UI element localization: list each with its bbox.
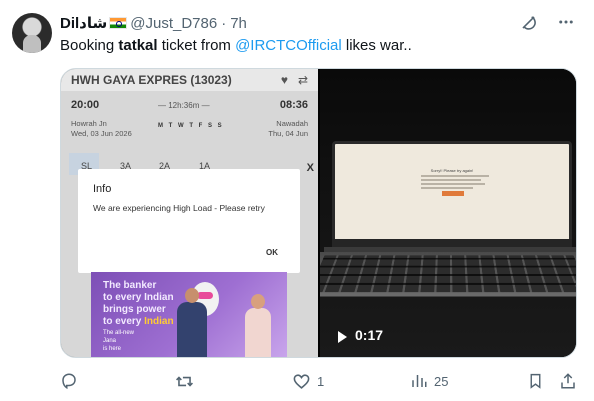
header-separator: · [221, 14, 227, 32]
laptop-taskbar [332, 239, 572, 247]
mention-link[interactable]: @IRCTCOfficial [235, 37, 342, 54]
heart-icon [293, 374, 310, 389]
more-icon[interactable] [556, 12, 576, 32]
ad-line: to every Indian [103, 292, 174, 303]
share-button[interactable] [559, 372, 577, 390]
avatar[interactable] [12, 13, 52, 53]
tweet-text-bold: tatkal [118, 37, 158, 54]
like-button[interactable]: 1 [292, 372, 324, 391]
tweet-header: Dilشاد @Just_D786 · 7h [60, 13, 247, 33]
ad-subtext: The all-new Jana is here [103, 329, 134, 353]
from-station: Howrah Jn [71, 119, 107, 128]
retweet-button[interactable] [175, 372, 200, 391]
running-days: M T W T F S S [158, 123, 224, 129]
retweet-icon [176, 376, 193, 387]
ad-highlight: Indian [144, 316, 174, 327]
video-duration: 0:17 [355, 327, 384, 343]
dialog-ok-button: OK [266, 248, 278, 257]
route-icon: ⇄ [297, 73, 308, 87]
tweet-text-part: Booking [60, 37, 119, 54]
train-title: HWH GAYA EXPRES (13023) [71, 73, 232, 87]
ad-person-figure [177, 288, 207, 357]
journey-duration: — 12h:36m — [158, 101, 210, 110]
tweet-actions: 1 25 [60, 372, 577, 392]
depart-time: 20:00 [71, 99, 100, 111]
tweet-text-part: likes war.. [341, 37, 412, 54]
tweet-top-actions [518, 12, 576, 32]
author-handle[interactable]: @Just_D786 [130, 15, 217, 32]
heart-icon: ♥ [280, 73, 288, 87]
media-image-screenshot[interactable]: HWH GAYA EXPRES (13023) ♥ ⇄ 20:00 — 12h:… [61, 69, 318, 357]
screen-text-line [421, 187, 473, 189]
to-station: Nawadah [276, 119, 308, 128]
ad-line: The banker [103, 280, 157, 291]
laptop-screen-title: Sorry!! Please try again! [430, 168, 474, 173]
ad-person-figure [245, 294, 271, 357]
views-icon [412, 375, 427, 387]
screen-button [442, 191, 464, 196]
screen-text-line [421, 175, 489, 177]
ad-small-line: The all-new [103, 330, 135, 336]
ad-small-line: is here [103, 346, 122, 352]
arrive-time: 08:36 [279, 99, 308, 111]
info-dialog: Info We are experiencing High Load - Ple… [78, 169, 300, 273]
tweet-time[interactable]: 7h [230, 15, 247, 32]
like-count: 1 [317, 374, 325, 389]
bookmark-button[interactable] [527, 372, 544, 390]
share-icon [561, 373, 575, 389]
dialog-title: Info [93, 183, 112, 195]
author-display-name[interactable]: Dilشاد [60, 14, 107, 32]
views-button[interactable]: 25 [410, 372, 448, 390]
media-video[interactable]: Sorry!! Please try again! 0:17 [320, 69, 576, 357]
from-date: Wed, 03 Jun 2026 [71, 129, 132, 138]
ad-line: brings power [103, 304, 166, 315]
tweet-text: Booking tatkal ticket from @IRCTCOfficia… [60, 36, 412, 56]
train-title-bar: HWH GAYA EXPRES (13023) [61, 69, 318, 91]
bookmark-icon [530, 373, 541, 389]
ad-line: to every [103, 316, 145, 327]
screen-text-line [421, 179, 481, 181]
ad-small-line: Jana [103, 338, 117, 344]
to-date: Thu, 04 Jun [268, 129, 308, 138]
laptop-keyboard [320, 252, 576, 297]
reply-button[interactable] [60, 372, 84, 390]
dialog-message: We are experiencing High Load - Please r… [93, 203, 265, 213]
tweet-text-part: ticket from [157, 37, 236, 54]
ad-banner: The banker to every Indian brings power … [91, 272, 287, 357]
screen-text-line [421, 183, 485, 185]
close-icon: X [306, 162, 314, 174]
media-grid: HWH GAYA EXPRES (13023) ♥ ⇄ 20:00 — 12h:… [60, 68, 577, 358]
india-flag-icon [109, 17, 128, 29]
ad-headline: The banker to every Indian brings power … [103, 280, 174, 328]
grok-icon[interactable] [518, 12, 538, 32]
views-count: 25 [434, 373, 449, 389]
laptop-screen: Sorry!! Please try again! [332, 141, 572, 243]
play-icon[interactable] [338, 331, 347, 343]
reply-icon [62, 373, 76, 390]
train-actions: ♥ ⇄ [281, 73, 308, 87]
